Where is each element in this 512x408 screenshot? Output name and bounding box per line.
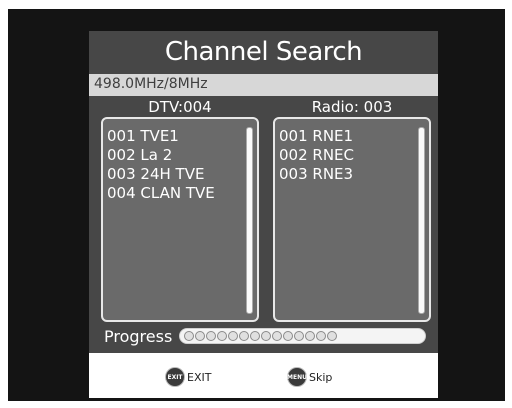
progress-dot [217, 331, 227, 341]
progress-dot [305, 331, 315, 341]
progress-dot [195, 331, 205, 341]
radio-list-scrollbar[interactable] [418, 127, 425, 314]
radio-channel-item[interactable]: 002 RNEC [279, 146, 354, 165]
progress-dot [239, 331, 249, 341]
skip-button-label: Skip [309, 370, 333, 384]
tv-channel-item[interactable]: 001 TVE1 [107, 127, 215, 146]
tv-count-header: DTV:004 [148, 98, 212, 116]
progress-fill [184, 331, 337, 341]
channel-search-dialog: Channel Search 498.0MHz/8MHz DTV:004 Rad… [89, 31, 438, 398]
menu-remote-key-icon: MENU [287, 367, 307, 387]
progress-bar [179, 328, 426, 344]
tv-list-scrollbar[interactable] [246, 127, 253, 314]
radio-channel-items: 001 RNE1 002 RNEC 003 RNE3 [279, 127, 354, 184]
progress-dot [250, 331, 260, 341]
radio-count-header: Radio: 003 [311, 98, 393, 116]
progress-dot [294, 331, 304, 341]
tv-channel-item[interactable]: 004 CLAN TVE [107, 184, 215, 203]
progress-dot [228, 331, 238, 341]
progress-dot [261, 331, 271, 341]
tv-channel-list[interactable]: 001 TVE1 002 La 2 003 24H TVE 004 CLAN TVE [101, 117, 259, 322]
exit-remote-key-icon: EXIT [165, 367, 185, 387]
progress-dot [327, 331, 337, 341]
frequency-bar: 498.0MHz/8MHz [89, 74, 438, 96]
exit-button[interactable]: EXIT EXIT [165, 367, 211, 387]
progress-label: Progress [104, 327, 173, 346]
tv-channel-item[interactable]: 003 24H TVE [107, 165, 215, 184]
frequency-readout: 498.0MHz/8MHz [94, 76, 208, 92]
tv-channel-item[interactable]: 002 La 2 [107, 146, 215, 165]
progress-dot [316, 331, 326, 341]
radio-channel-item[interactable]: 001 RNE1 [279, 127, 354, 146]
radio-channel-item[interactable]: 003 RNE3 [279, 165, 354, 184]
progress-dot [283, 331, 293, 341]
exit-button-label: EXIT [187, 370, 212, 384]
progress-dot [272, 331, 282, 341]
dialog-title: Channel Search [164, 37, 363, 67]
button-hint-bar: EXIT EXIT MENU Skip [89, 353, 438, 398]
progress-dot [206, 331, 216, 341]
skip-button[interactable]: MENU Skip [287, 367, 332, 387]
tv-channel-items: 001 TVE1 002 La 2 003 24H TVE 004 CLAN TVE [107, 127, 215, 203]
progress-dot [184, 331, 194, 341]
radio-channel-list[interactable]: 001 RNE1 002 RNEC 003 RNE3 [273, 117, 431, 322]
